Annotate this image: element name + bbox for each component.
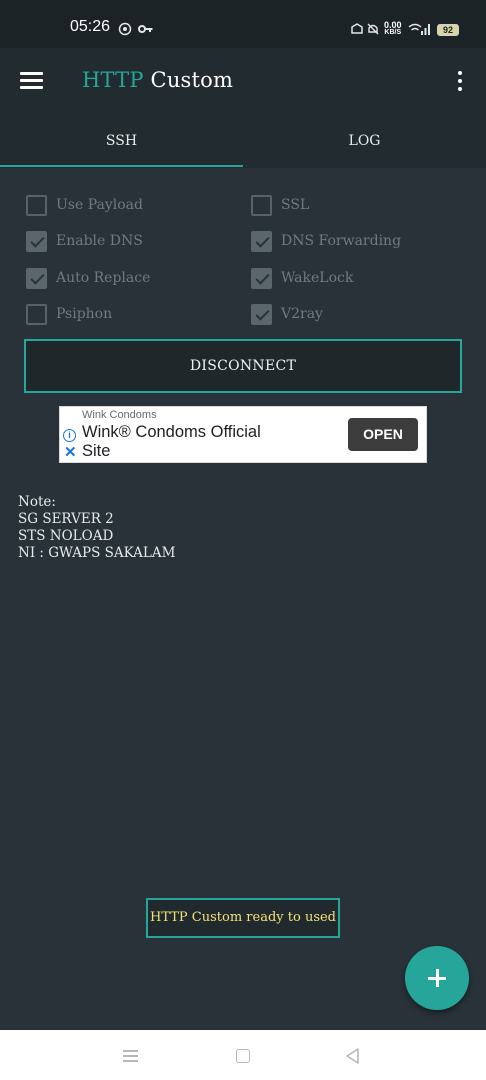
checkbox-label: DNS Forwarding bbox=[281, 233, 402, 249]
checkbox-box[interactable] bbox=[251, 230, 272, 252]
v2ray-checkbox[interactable]: V2ray bbox=[251, 303, 323, 325]
psiphon-checkbox[interactable]: Psiphon bbox=[26, 303, 112, 325]
ssl-checkbox[interactable]: SSL bbox=[251, 194, 309, 216]
auto-replace-checkbox[interactable]: Auto Replace bbox=[26, 267, 150, 289]
ad-close-icon[interactable]: ✕ bbox=[64, 445, 77, 460]
add-button[interactable] bbox=[405, 946, 469, 1010]
checkbox-box[interactable] bbox=[251, 267, 272, 289]
ad-banner[interactable]: i ✕ Wink Condoms Wink® Condoms Official … bbox=[59, 406, 427, 463]
tab-log[interactable]: LOG bbox=[243, 120, 486, 168]
note-heading: Note: bbox=[18, 494, 56, 510]
back-icon[interactable] bbox=[344, 1047, 362, 1065]
ad-info-icon[interactable]: i bbox=[63, 429, 76, 442]
status-toast: HTTP Custom ready to used bbox=[146, 898, 340, 938]
more-options-icon[interactable] bbox=[455, 70, 465, 92]
recent-apps-icon[interactable] bbox=[122, 1047, 140, 1065]
battery-icon: 92 bbox=[437, 24, 459, 36]
note-line: SG SERVER 2 bbox=[18, 511, 114, 527]
checkbox-box[interactable] bbox=[251, 303, 272, 325]
checkbox-box[interactable] bbox=[26, 303, 47, 325]
checkbox-box[interactable] bbox=[26, 194, 47, 216]
checkbox-label: WakeLock bbox=[281, 270, 354, 286]
checkbox-box[interactable] bbox=[26, 267, 47, 289]
vpn-icon bbox=[350, 22, 364, 36]
system-nav-bar bbox=[0, 1030, 486, 1080]
dns-forwarding-checkbox[interactable]: DNS Forwarding bbox=[251, 230, 401, 252]
app-bar: HTTP Custom SSH LOG bbox=[0, 48, 486, 168]
ad-brand: Wink Condoms bbox=[82, 409, 157, 421]
checkbox-box[interactable] bbox=[251, 194, 272, 216]
checkbox-box[interactable] bbox=[26, 230, 47, 252]
wakelock-checkbox[interactable]: WakeLock bbox=[251, 267, 353, 289]
checkbox-label: Auto Replace bbox=[56, 270, 151, 286]
key-icon bbox=[138, 22, 154, 36]
checkbox-label: V2ray bbox=[281, 306, 323, 322]
net-speed: 0.00 KB/S bbox=[384, 20, 402, 37]
tab-bar: SSH LOG bbox=[0, 120, 486, 168]
ad-title[interactable]: Wink® Condoms Official Site bbox=[82, 423, 282, 461]
checkbox-label: Use Payload bbox=[56, 197, 143, 213]
checkbox-label: Psiphon bbox=[56, 306, 113, 322]
mute-icon bbox=[366, 22, 380, 36]
app-title: HTTP Custom bbox=[82, 68, 234, 92]
tab-ssh[interactable]: SSH bbox=[0, 120, 243, 168]
status-time: 05:26 bbox=[70, 18, 111, 35]
note-text: Note: SG SERVER 2 STS NOLOAD NI : GWAPS … bbox=[18, 494, 175, 562]
checkbox-label: Enable DNS bbox=[56, 233, 143, 249]
use-payload-checkbox[interactable]: Use Payload bbox=[26, 194, 143, 216]
note-line: NI : GWAPS SAKALAM bbox=[18, 545, 176, 561]
home-icon[interactable] bbox=[236, 1049, 250, 1063]
checkbox-label: SSL bbox=[281, 197, 310, 213]
whatsapp-icon bbox=[118, 22, 132, 36]
disconnect-button[interactable]: DISCONNECT bbox=[24, 339, 462, 393]
tab-indicator bbox=[0, 165, 243, 167]
menu-icon[interactable] bbox=[20, 70, 44, 90]
enable-dns-checkbox[interactable]: Enable DNS bbox=[26, 230, 143, 252]
status-bar: 05:26 0.00 KB/S 92 bbox=[0, 0, 486, 48]
ad-open-button[interactable]: OPEN bbox=[348, 418, 418, 451]
note-line: STS NOLOAD bbox=[18, 528, 114, 544]
signal-icon bbox=[420, 22, 432, 36]
